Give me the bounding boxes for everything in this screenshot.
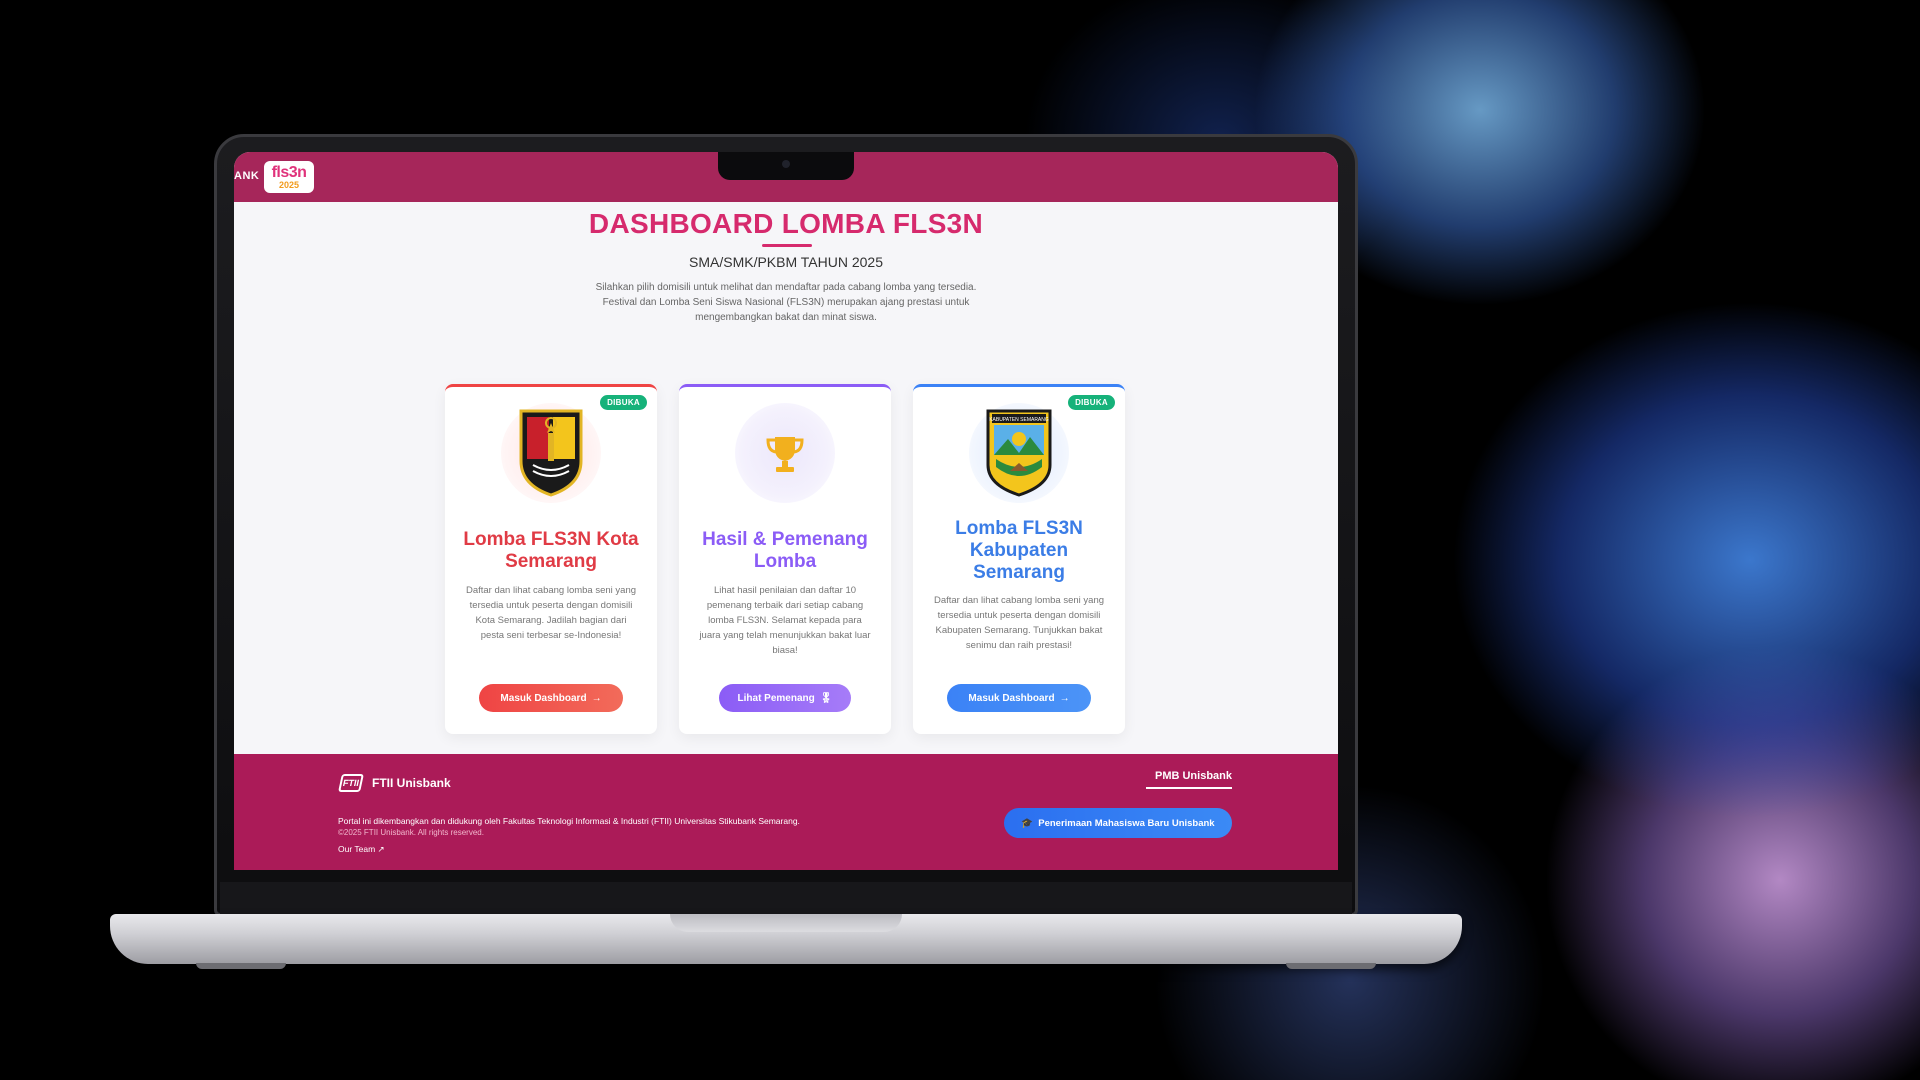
status-badge: DIBUKA <box>1068 395 1115 410</box>
footer-copyright: ©2025 FTII Unisbank. All rights reserved… <box>338 828 484 837</box>
title-underline <box>762 244 812 247</box>
masuk-dashboard-kabupaten-button[interactable]: Masuk Dashboard → <box>947 684 1091 712</box>
trophy-circle <box>735 403 835 503</box>
trophy-icon <box>766 437 804 472</box>
pmb-underline <box>1146 787 1232 789</box>
kabupaten-semarang-shield-icon: KABUPATEN SEMARANG <box>986 409 1052 497</box>
footer: FTII FTII Unisbank Portal ini dikembangk… <box>234 754 1338 870</box>
pmb-heading: PMB Unisbank <box>1154 770 1232 782</box>
our-team-label: Our Team <box>338 844 376 854</box>
ftii-logo: FTII <box>338 774 364 792</box>
kota-semarang-shield-icon <box>519 409 583 497</box>
laptop-chin <box>220 882 1352 914</box>
arrow-right-icon: → <box>591 692 602 704</box>
card-kabupaten-semarang: DIBUKA KABUPATEN SEMARANG Lomba FLS3N Ka… <box>913 384 1125 734</box>
fls3n-logo-text: fls3n <box>271 163 307 181</box>
fls3n-logo-year: 2025 <box>278 179 300 190</box>
lihat-pemenang-button[interactable]: Lihat Pemenang 🎖 <box>719 684 851 712</box>
button-label: Masuk Dashboard <box>968 692 1055 704</box>
camera-notch <box>718 152 854 180</box>
pmb-button-label: Penerimaan Mahasiswa Baru Unisbank <box>1038 817 1215 829</box>
external-link-icon: ↗ <box>377 844 385 854</box>
arrow-right-icon: → <box>1059 692 1070 704</box>
emblem-kabupaten-semarang: KABUPATEN SEMARANG <box>969 403 1069 503</box>
card-description: Daftar dan lihat cabang lomba seni yang … <box>933 595 1105 651</box>
footer-org-name: FTII Unisbank <box>372 776 451 790</box>
masuk-dashboard-kota-button[interactable]: Masuk Dashboard → <box>479 684 623 712</box>
card-description: Daftar dan lihat cabang lomba seni yang … <box>465 585 637 641</box>
pmb-button[interactable]: 🎓 Penerimaan Mahasiswa Baru Unisbank <box>1004 808 1232 838</box>
button-label: Masuk Dashboard <box>500 692 587 704</box>
unisbank-logo[interactable]: ANK <box>234 170 259 182</box>
footer-description: Portal ini dikembangkan dan didukung ole… <box>338 816 800 826</box>
card-hasil-pemenang: Hasil & Pemenang Lomba Lihat hasil penil… <box>679 384 891 734</box>
fls3n-logo[interactable]: fls3n 2025 <box>264 161 314 193</box>
emblem-kota-semarang <box>501 403 601 503</box>
page-description: Silahkan pilih domisili untuk melihat da… <box>595 282 977 323</box>
graduation-cap-icon: 🎓 <box>1021 817 1034 829</box>
status-badge: DIBUKA <box>600 395 647 410</box>
page-subtitle: SMA/SMK/PKBM TAHUN 2025 <box>689 254 883 270</box>
laptop-opening-groove <box>670 914 902 932</box>
card-kota-semarang: DIBUKA Lomba FLS3N Kota Semarang Daftar … <box>445 384 657 734</box>
card-title: Lomba FLS3N Kota Semarang <box>463 529 639 572</box>
card-description: Lihat hasil penilaian dan daftar 10 peme… <box>699 585 871 656</box>
medal-icon: 🎖 <box>819 692 833 704</box>
emblem-banner-text: KABUPATEN SEMARANG <box>989 417 1049 423</box>
card-title: Lomba FLS3N Kabupaten Semarang <box>955 518 1083 583</box>
browser-screen: ANK fls3n 2025 DASHBOARD LOMBA FLS3N SMA… <box>234 152 1338 870</box>
laptop-foot-left <box>196 963 286 969</box>
card-title: Hasil & Pemenang Lomba <box>702 529 868 572</box>
our-team-link[interactable]: Our Team ↗ <box>338 844 385 855</box>
page-title: DASHBOARD LOMBA FLS3N <box>588 208 984 239</box>
button-label: Lihat Pemenang <box>737 692 815 704</box>
laptop-foot-right <box>1286 963 1376 969</box>
